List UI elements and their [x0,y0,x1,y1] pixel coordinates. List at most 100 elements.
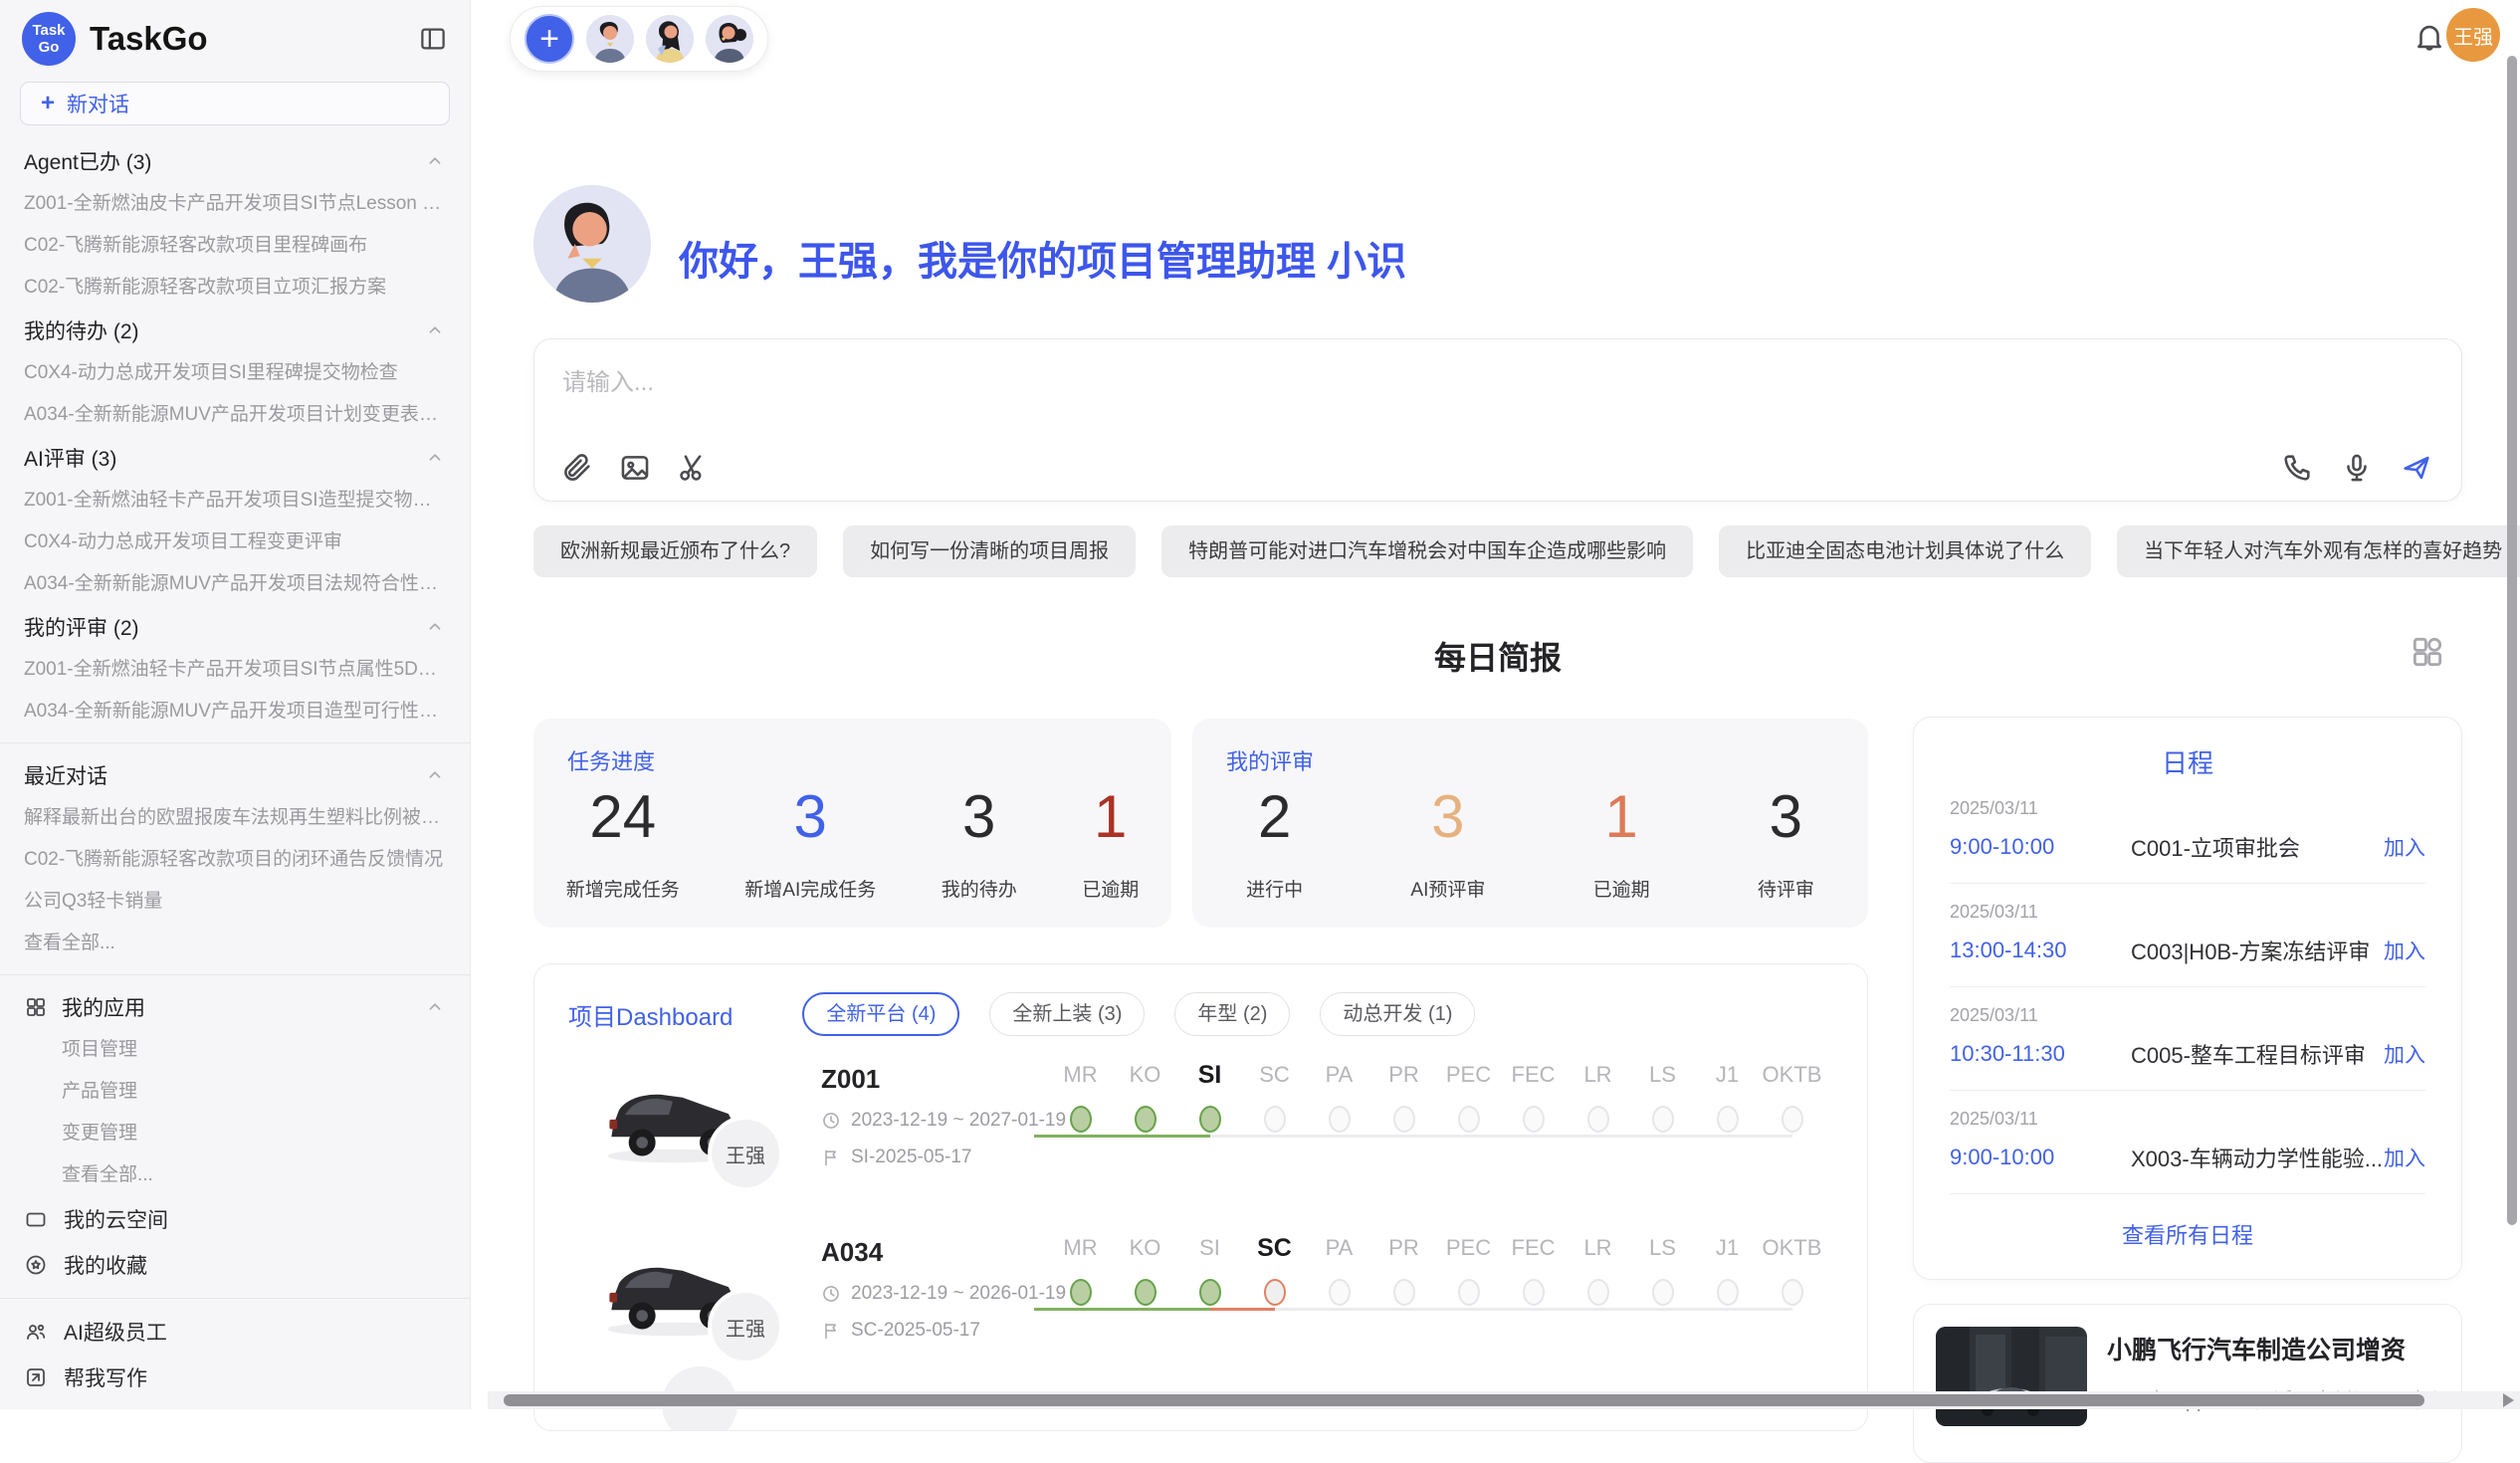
phone-call-icon[interactable] [2280,451,2314,485]
dashboard-title: 项目Dashboard [568,997,733,1032]
horizontal-scrollbar[interactable] [488,1391,2520,1409]
add-assistant-button[interactable]: + [525,14,574,64]
sidebar-item[interactable]: A034-全新新能源MUV产品开发项目法规符合性评审 [0,563,470,605]
tab-powertrain[interactable]: 动总开发 (1) [1320,992,1475,1036]
scroll-right-arrow[interactable] [2503,1393,2514,1407]
milestone-dot-overdue [1264,1279,1286,1306]
assistant-avatar-1[interactable] [586,15,634,63]
assistant-avatar-3[interactable] [706,15,753,63]
flag-icon [821,1321,841,1341]
project-code: A034 [821,1237,1066,1268]
card-title: 我的评审 [1192,719,1868,776]
recent-chat-item[interactable]: 解释最新出台的欧盟报废车法规再生塑料比例被调至15%... [0,797,470,839]
milestone-dot [1652,1279,1674,1306]
sidebar-item[interactable]: C02-飞腾新能源轻客改款项目里程碑画布 [0,225,470,267]
sidebar-item[interactable]: C0X4-动力总成开发项目SI里程碑提交物检查 [0,352,470,394]
suggestion-chip[interactable]: 比亚迪全固态电池计划具体说了什么 [1719,525,2091,577]
my-review-card: 我的评审 2进行中 3AI预评审 1已逾期 3待评审 [1192,719,1868,928]
sidebar-section-my-review[interactable]: 我的评审 (2) [0,605,470,649]
task-progress-card: 任务进度 24新增完成任务 3新增AI完成任务 3我的待办 1已逾期 [533,719,1171,928]
layout-grid-icon[interactable] [2409,633,2446,671]
suggestion-chip[interactable]: 欧洲新规最近颁布了什么? [533,525,817,577]
image-icon[interactable] [618,451,652,485]
tab-year-model[interactable]: 年型 (2) [1174,992,1290,1036]
sidebar-item-creative-draw[interactable]: 创意制图 [0,1400,470,1409]
sidebar-item-ai-super-staff[interactable]: AI超级员工 [0,1309,470,1355]
sidebar-item[interactable]: C02-飞腾新能源轻客改款项目立项汇报方案 [0,267,470,309]
milestone-dot [1717,1279,1739,1306]
view-all-schedule-link[interactable]: 查看所有日程 [1914,1194,2461,1250]
join-link[interactable]: 加入 [2384,1039,2425,1069]
sidebar-section-my-todo[interactable]: 我的待办 (2) [0,309,470,352]
vertical-scrollbar-thumb[interactable] [2507,56,2517,1225]
milestone-dot [1587,1279,1609,1306]
sidebar-section-my-apps[interactable]: 我的应用 [0,985,470,1029]
clock-icon [821,1111,841,1131]
suggestion-chip[interactable]: 当下年轻人对汽车外观有怎样的喜好趋势 [2117,525,2520,577]
tab-new-platform[interactable]: 全新平台 (4) [802,992,959,1036]
paperclip-icon[interactable] [560,451,594,485]
milestone-track: MR KO SI SC PA PR PEC FEC LR LS J1 OKTB [1048,1060,1834,1179]
join-link[interactable]: 加入 [2384,936,2425,965]
schedule-name: X003-车辆动力学性能验... [2131,1142,2384,1173]
milestone-dot [1135,1279,1156,1306]
recent-chat-item[interactable]: C02-飞腾新能源轻客改款项目的闭环通告反馈情况 [0,839,470,881]
sidebar-section-agent-done[interactable]: Agent已办 (3) [0,139,470,183]
milestone-dot [1587,1106,1609,1133]
chat-input[interactable] [562,361,1757,405]
stat-value: 3 [1758,782,1814,851]
assistant-avatar-2[interactable] [646,15,694,63]
milestone-label: J1 [1695,1060,1760,1090]
app-item-product-mgmt[interactable]: 产品管理 [0,1071,470,1113]
milestone-dot [1135,1106,1156,1133]
collapse-sidebar-icon[interactable] [418,24,448,54]
milestone-dot [1523,1279,1545,1306]
join-link[interactable]: 加入 [2384,1143,2425,1172]
chat-input-card [533,338,2462,502]
app-item-change-mgmt[interactable]: 变更管理 [0,1113,470,1154]
milestone-dot [1393,1279,1415,1306]
project-row-a034[interactable]: 王强 A034 2023-12-19 ~ 2026-01-19 SC-2025-… [534,1223,1867,1382]
recent-view-all[interactable]: 查看全部... [0,923,470,964]
sidebar-item-help-write[interactable]: 帮我写作 [0,1355,470,1400]
recent-chat-item[interactable]: 公司Q3轻卡销量 [0,881,470,923]
scissors-icon[interactable] [676,451,710,485]
project-row-z001[interactable]: 王强 Z001 2023-12-19 ~ 2027-01-19 SI-2025-… [534,1050,1867,1209]
sidebar-item[interactable]: C0X4-动力总成开发项目工程变更评审 [0,522,470,563]
schedule-time: 9:00-10:00 [1950,1145,2131,1170]
milestone-track: MR KO SI SC PA PR PEC FEC LR LS J1 OKTB [1048,1233,1834,1353]
notifications-bell-icon[interactable] [2413,20,2446,54]
send-icon[interactable] [2400,451,2433,485]
sidebar-section-ai-review[interactable]: AI评审 (3) [0,436,470,480]
sidebar-item[interactable]: Z001-全新燃油皮卡产品开发项目SI节点Lesson Learn报告 [0,183,470,225]
milestone-label: KO [1113,1060,1177,1090]
schedule-item: 2025/03/11 9:00-10:00 C001-立项审批会 加入 [1950,780,2425,884]
sidebar-section-recent-chats[interactable]: 最近对话 [0,753,470,797]
sidebar-item[interactable]: A034-全新新能源MUV产品开发项目造型可行性评审 [0,691,470,732]
milestone-label: PEC [1436,1060,1501,1090]
join-link[interactable]: 加入 [2384,832,2425,862]
apps-view-all[interactable]: 查看全部... [0,1154,470,1196]
sidebar-item-cloud-space[interactable]: 我的云空间 [0,1196,470,1242]
stat-label: 新增AI完成任务 [744,875,876,902]
chevron-up-icon [424,616,446,638]
tab-new-body[interactable]: 全新上装 (3) [989,992,1145,1036]
suggestion-chip[interactable]: 如何写一份清晰的项目周报 [843,525,1136,577]
milestone-label: LR [1566,1060,1630,1090]
sidebar-item[interactable]: Z001-全新燃油轻卡产品开发项目SI节点属性5D文件评审 [0,649,470,691]
sidebar-item-favorites[interactable]: 我的收藏 [0,1242,470,1288]
news-card[interactable]: 小鹏飞行汽车制造公司增资 天眼查 App 显示，近日广州汇天飞行汽... [1913,1304,2462,1463]
sidebar-item[interactable]: Z001-全新燃油轻卡产品开发项目SI造型提交物评审 [0,480,470,522]
new-chat-button[interactable]: + 新对话 [20,82,450,125]
horizontal-scrollbar-thumb[interactable] [504,1394,2424,1406]
divider [0,974,470,975]
news-image [1936,1327,2087,1426]
stat-label: AI预评审 [1410,875,1485,902]
app-item-project-mgmt[interactable]: 项目管理 [0,1029,470,1071]
sidebar-item[interactable]: A034-全新新能源MUV产品开发项目计划变更表编写 [0,394,470,436]
user-avatar[interactable]: 王强 [2446,8,2500,62]
suggestion-chip[interactable]: 特朗普可能对进口汽车增税会对中国车企造成哪些影响 [1161,525,1693,577]
project-flag-date: SC-2025-05-17 [851,1320,980,1342]
schedule-name: C005-整车工程目标评审 [2131,1038,2384,1070]
microphone-icon[interactable] [2340,451,2374,485]
